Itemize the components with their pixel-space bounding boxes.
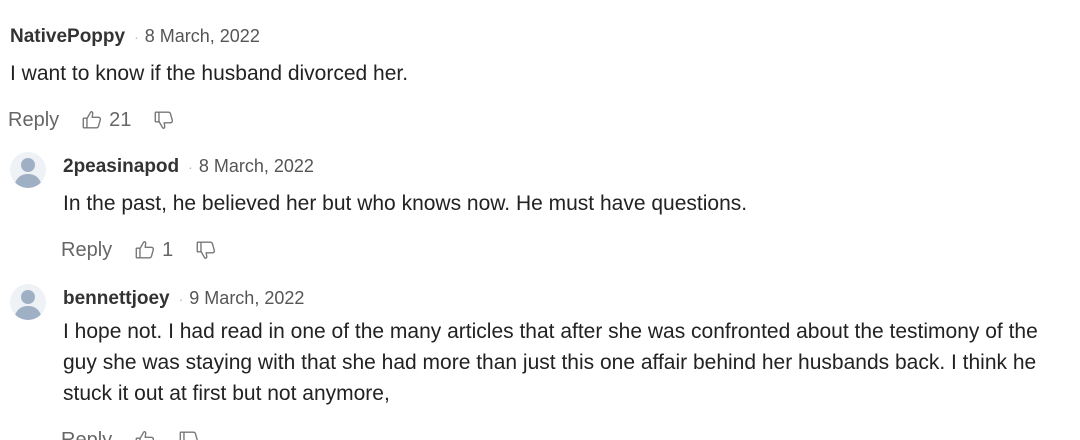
- comment-body: NativePoppy · 8 March, 2022 I want to know…: [8, 22, 1080, 135]
- comment-date: 9 March, 2022: [189, 288, 305, 308]
- dislike-button[interactable]: [153, 109, 175, 131]
- reply-button[interactable]: Reply: [8, 109, 59, 132]
- comment-author[interactable]: NativePoppy: [10, 26, 125, 47]
- reply-comment: bennettjoey · 9 March, 2022 I hope not. I …: [10, 284, 1080, 440]
- reply-button[interactable]: Reply: [61, 429, 112, 440]
- comment-meta: NativePoppy · 8 March, 2022: [10, 22, 1080, 50]
- comment-meta: bennettjoey · 9 March, 2022: [63, 284, 1080, 312]
- thumbs-down-icon: [195, 239, 217, 261]
- like-button[interactable]: [134, 429, 156, 440]
- reply-button[interactable]: Reply: [61, 239, 112, 262]
- comment-date: 8 March, 2022: [144, 26, 260, 46]
- like-count: 1: [162, 238, 174, 261]
- comment-text: In the past, he believed her but who kno…: [63, 192, 748, 215]
- comment-actions: Reply 21: [8, 105, 1080, 135]
- reply-comment: 2peasinapod · 8 March, 2022 In the past, h…: [10, 152, 1080, 265]
- dislike-button[interactable]: [178, 429, 200, 440]
- thumbs-up-icon: [134, 239, 156, 261]
- comment-meta: 2peasinapod · 8 March, 2022: [63, 152, 1080, 180]
- comment-actions: Reply 1: [61, 235, 1080, 265]
- comment: NativePoppy · 8 March, 2022 I want to know…: [8, 22, 1080, 135]
- comment-body: bennettjoey · 9 March, 2022 I hope not. I …: [61, 284, 1080, 440]
- comment-text: I hope not. I had read in one of the man…: [63, 320, 1038, 405]
- thumbs-up-icon: [81, 109, 103, 131]
- like-count: 21: [109, 108, 132, 131]
- like-button[interactable]: 1: [134, 239, 173, 262]
- user-avatar-icon: [10, 152, 46, 188]
- like-button[interactable]: 21: [81, 109, 131, 132]
- comment-thread: NativePoppy · 8 March, 2022 I want to know…: [0, 0, 1080, 440]
- user-avatar-icon: [10, 284, 46, 320]
- thumbs-down-icon: [153, 109, 175, 131]
- comment-author[interactable]: 2peasinapod: [63, 156, 179, 177]
- meta-separator: ·: [188, 159, 193, 175]
- meta-separator: ·: [178, 291, 184, 307]
- meta-separator: ·: [134, 29, 139, 45]
- thumbs-down-icon: [178, 429, 200, 440]
- comment-text: I want to know if the husband divorced h…: [10, 62, 409, 85]
- thumbs-up-icon: [134, 429, 156, 440]
- comment-actions: Reply: [61, 425, 1080, 440]
- comment-body: 2peasinapod · 8 March, 2022 In the past, h…: [61, 152, 1080, 265]
- comment-date: 8 March, 2022: [198, 156, 314, 176]
- dislike-button[interactable]: [195, 239, 217, 261]
- comment-author[interactable]: bennettjoey: [63, 288, 170, 309]
